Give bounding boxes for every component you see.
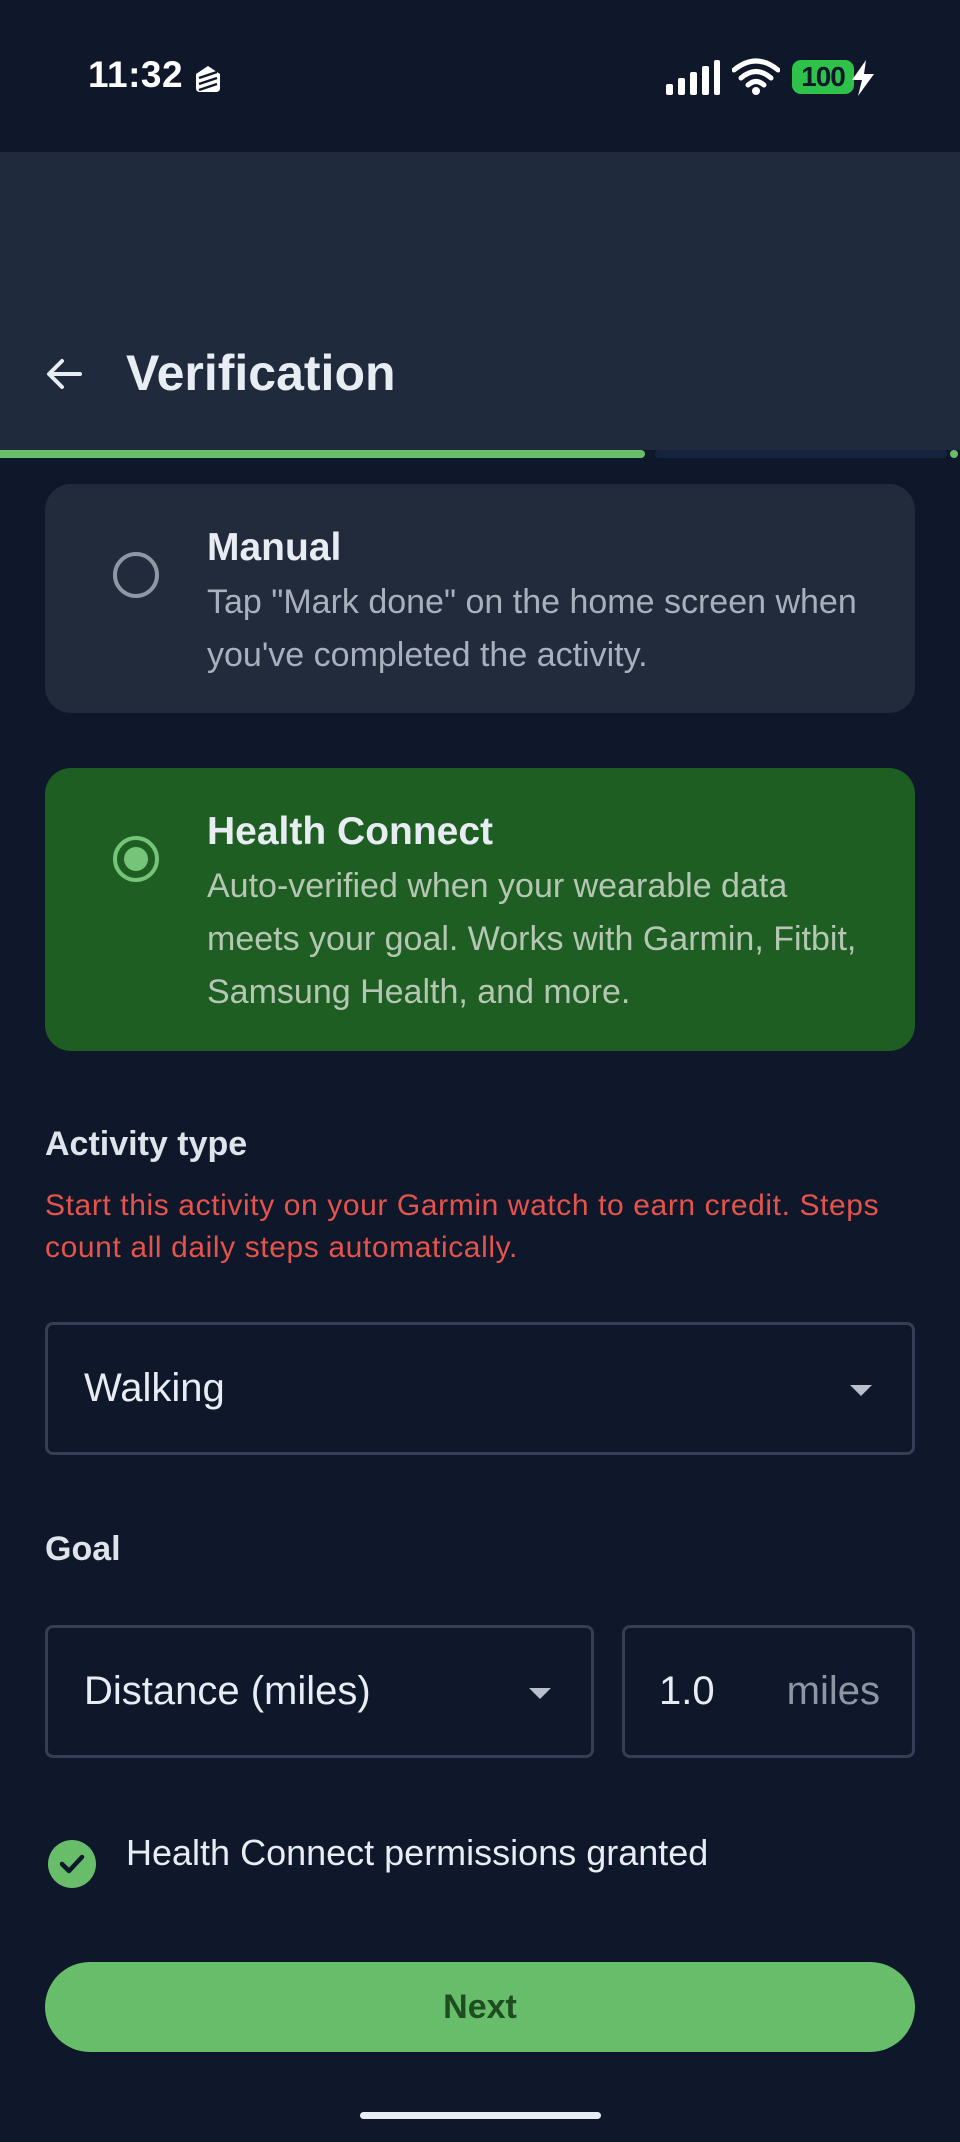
goal-value: 1.0: [659, 1669, 715, 1713]
option-manual[interactable]: Manual Tap "Mark done" on the home scree…: [45, 484, 915, 713]
status-time: 11:32: [88, 54, 184, 95]
check-circle-icon: [48, 1840, 96, 1888]
home-indicator[interactable]: [360, 2112, 601, 2119]
option-description: Tap "Mark done" on the home screen when …: [207, 583, 857, 674]
wifi-icon: [732, 58, 780, 95]
battery-icon: 100: [792, 60, 854, 94]
next-button[interactable]: Next: [45, 1962, 915, 2052]
option-health-connect[interactable]: Health Connect Auto-verified when your w…: [45, 768, 915, 1051]
activity-warning: Start this activity on your Garmin watch…: [45, 1189, 880, 1264]
app-notification-icon: [196, 66, 220, 92]
goal-label: Goal: [45, 1530, 121, 1568]
goal-metric-dropdown[interactable]: Distance (miles): [45, 1625, 594, 1758]
radio-selected-icon[interactable]: [113, 836, 159, 882]
page-title: Verification: [126, 345, 396, 401]
arrow-back-icon: [47, 359, 82, 389]
progress-fill: [0, 450, 645, 458]
option-title: Manual: [207, 526, 342, 569]
radio-unselected-icon[interactable]: [113, 552, 159, 598]
battery-level: 100: [801, 61, 846, 92]
status-bar: 11:32 100: [0, 0, 960, 152]
permission-status-text: Health Connect permissions granted: [126, 1832, 709, 1873]
chevron-down-icon: [529, 1688, 551, 1699]
activity-type-value: Walking: [84, 1366, 225, 1410]
goal-metric-value: Distance (miles): [84, 1669, 371, 1713]
goal-value-input[interactable]: 1.0 miles: [622, 1625, 915, 1758]
back-button[interactable]: [30, 340, 98, 408]
progress-remaining: [655, 450, 947, 458]
progress-end-dot: [950, 450, 958, 458]
signal-icon: [666, 60, 720, 95]
charging-bolt-icon: [852, 60, 874, 96]
option-title: Health Connect: [207, 810, 494, 853]
checkmark-icon: [59, 1854, 85, 1874]
option-description: Auto-verified when your wearable data me…: [207, 867, 857, 1011]
chevron-down-icon: [850, 1385, 872, 1396]
activity-type-dropdown[interactable]: Walking: [45, 1322, 915, 1455]
goal-unit-suffix: miles: [786, 1669, 880, 1713]
app-bar: [0, 152, 960, 452]
activity-type-label: Activity type: [45, 1125, 248, 1163]
